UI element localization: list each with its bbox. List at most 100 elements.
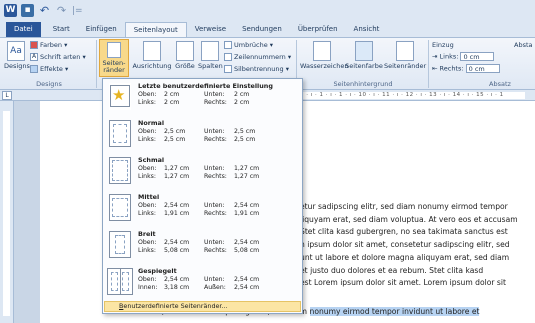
option-row-2: Links: 5,08 cm Rechts: 5,08 cm: [138, 247, 260, 254]
option-row-2: Links: 1,91 cm Rechts: 1,91 cm: [138, 210, 260, 217]
ausrichtung-button[interactable]: Ausrichtung: [132, 41, 172, 70]
umbrueche-label: Umbrüche: [234, 41, 268, 49]
option-title: Breit: [138, 230, 156, 238]
doc-line: unt ut labore et dolore magna aliquyam e…: [300, 252, 510, 262]
option-row-2: Innen: 3,18 cm Außen: 2,54 cm: [138, 284, 260, 291]
moderate-margins-icon: [109, 194, 131, 221]
tab-ueberpruefen[interactable]: Überprüfen: [290, 22, 346, 37]
doc-line: et justo duo dolores et ea rebum. Stet c…: [300, 265, 484, 275]
option-row-1: Oben: 1,27 cm Unten: 1,27 cm: [138, 165, 260, 172]
option-title: Schmal: [138, 156, 165, 164]
option-row-1: Oben: 2,5 cm Unten: 2,5 cm: [138, 128, 256, 135]
schriftarten-label: Schrift arten: [40, 53, 81, 61]
farben-label: Farben: [40, 41, 63, 49]
seitenfarbe-label: Seitenfarbe: [345, 62, 383, 70]
schriftarten-button[interactable]: A Schrift arten ▾: [30, 53, 86, 61]
custom-margins-button[interactable]: Benutzerdefinierte Seitenränder...: [104, 301, 301, 312]
title-bar: W ▪ ↶ ↷ |=: [0, 0, 535, 22]
margin-option-normal[interactable]: Normal Oben: 2,5 cm Unten: 2,5 cm Links: 2,5…: [103, 117, 302, 150]
seitenraender-button[interactable]: Seiten- ränder: [99, 39, 129, 77]
quick-access-toolbar: W ▪ ↶ ↷ |=: [4, 4, 83, 17]
tab-selector-icon[interactable]: L: [2, 91, 12, 100]
colors-icon: [30, 41, 38, 49]
mirrored-margins-icon: [107, 268, 133, 295]
line-numbers-icon: [224, 53, 232, 61]
page-borders-label: Seitenränder: [384, 62, 427, 70]
option-row-2: Links: 1,27 cm Rechts: 1,27 cm: [138, 173, 260, 180]
designs-icon: Aa: [7, 41, 25, 61]
doc-line: etur sadipscing elitr, sed diam nonumy e…: [300, 202, 508, 211]
option-title: Mittel: [138, 193, 160, 201]
silbentrennung-button[interactable]: Silbentrennung ▾: [224, 65, 289, 73]
narrow-margins-icon: [109, 157, 131, 184]
indent-left-icon: ⇥: [432, 52, 440, 61]
designs-label: Designs: [4, 62, 30, 70]
tab-sendungen[interactable]: Sendungen: [234, 22, 290, 37]
seitenraender-label-2: ränder: [103, 66, 125, 74]
tab-datei[interactable]: Datei: [6, 22, 41, 37]
groesse-button[interactable]: Größe: [174, 41, 196, 70]
seitenraender-bg-button[interactable]: Seitenränder: [384, 41, 426, 70]
hyphenation-icon: [224, 65, 232, 73]
option-title: Normal: [138, 119, 165, 127]
option-row-1: Oben: 2,54 cm Unten: 2,54 cm: [138, 239, 260, 246]
tab-start[interactable]: Start: [45, 22, 78, 37]
wasserzeichen-label: Wasserzeichen: [300, 62, 349, 70]
designs-group-label: Designs: [36, 80, 62, 88]
designs-button[interactable]: Aa Designs: [4, 41, 30, 70]
ribbon-tabs: Datei Start Einfügen Seitenlayout Verwei…: [0, 22, 535, 37]
seitenfarbe-button[interactable]: Seitenfarbe: [345, 41, 383, 70]
margin-option-letzte[interactable]: ★ Letzte benutzerdefinierte Einstellung …: [103, 80, 302, 113]
margin-option-mittel[interactable]: Mittel Oben: 2,54 cm Unten: 2,54 cm Links: 1…: [103, 191, 302, 224]
zeilennummern-button[interactable]: Zeilennummern ▾: [224, 53, 291, 61]
undo-icon[interactable]: ↶: [38, 4, 51, 17]
margin-option-schmal[interactable]: Schmal Oben: 1,27 cm Unten: 1,27 cm Links: 1…: [103, 154, 302, 187]
effekte-button[interactable]: Effekte ▾: [30, 65, 68, 73]
doc-line: liquyam erat, sed diam voluptua. At vero…: [300, 214, 518, 224]
margin-option-gespiegelt[interactable]: Gespiegelt Oben: 2,54 cm Unten: 2,54 cm Inn…: [103, 265, 302, 298]
indent-left-input[interactable]: 0 cm: [460, 52, 495, 61]
doc-line: n ipsum dolor sit amet, consetetur sadip…: [300, 240, 510, 250]
page-background-group-label: Seitenhintergrund: [333, 80, 393, 88]
size-icon: [176, 41, 194, 61]
indent-right-spinner[interactable]: ⇤ Rechts: 0 cm: [432, 64, 500, 73]
effects-icon: [30, 65, 38, 73]
zeilennummern-label: Zeilennummern: [234, 53, 286, 61]
redo-icon[interactable]: ↷: [55, 4, 68, 17]
option-row-2: Links: 2 cm Rechts: 2 cm: [138, 99, 250, 106]
document-text[interactable]: etur sadipscing elitr, sed diam nonumy e…: [300, 201, 530, 290]
tab-einfuegen[interactable]: Einfügen: [78, 22, 125, 37]
tab-seitenlayout[interactable]: Seitenlayout: [124, 22, 187, 37]
ruler-marks: 2 · ı · 1 · ı · 1 · ı · 10 · ı · 11 · ı …: [300, 92, 525, 99]
selected-text: nonumy eirmod tempor invidunt ut labore …: [309, 307, 480, 316]
breaks-icon: [224, 41, 232, 49]
wide-margins-icon: [109, 231, 131, 258]
option-title: Gespiegelt: [138, 267, 177, 275]
groesse-label: Größe: [175, 62, 195, 70]
spalten-button[interactable]: Spalten: [198, 41, 223, 70]
word-app-icon[interactable]: W: [4, 4, 17, 17]
farben-button[interactable]: Farben ▾: [30, 41, 67, 49]
normal-margins-icon: [109, 120, 131, 147]
custom-margins-label: enutzerdefinierte Seitenränder...: [123, 302, 228, 310]
abstand-label: Absta: [514, 41, 533, 49]
save-icon[interactable]: ▪: [21, 4, 34, 17]
option-row-1: Oben: 2,54 cm Unten: 2,54 cm: [138, 202, 260, 209]
option-row-1: Oben: 2 cm Unten: 2 cm: [138, 91, 250, 98]
indent-right-input[interactable]: 0 cm: [465, 64, 500, 73]
vertical-ruler[interactable]: [0, 101, 14, 323]
customize-quick-access-icon[interactable]: |=: [72, 6, 83, 16]
indent-right-icon: ⇤: [432, 64, 440, 73]
indent-left-label: Links:: [439, 52, 459, 61]
doc-line: Stet clita kasd gubergren, no sea takima…: [300, 227, 508, 237]
group-divider: [96, 40, 97, 88]
umbrueche-button[interactable]: Umbrüche ▾: [224, 41, 273, 49]
indent-left-spinner[interactable]: ⇥ Links: 0 cm: [432, 52, 495, 61]
tab-verweise[interactable]: Verweise: [187, 22, 234, 37]
option-row-2: Links: 2,5 cm Rechts: 2,5 cm: [138, 136, 256, 143]
wasserzeichen-button[interactable]: Wasserzeichen: [300, 41, 348, 70]
doc-line: est Lorem ipsum dolor sit amet. Lorem ip…: [300, 278, 506, 288]
tab-ansicht[interactable]: Ansicht: [346, 22, 388, 37]
margin-option-breit[interactable]: Breit Oben: 2,54 cm Unten: 2,54 cm Links: 5,…: [103, 228, 302, 261]
page-color-icon: [355, 41, 373, 61]
